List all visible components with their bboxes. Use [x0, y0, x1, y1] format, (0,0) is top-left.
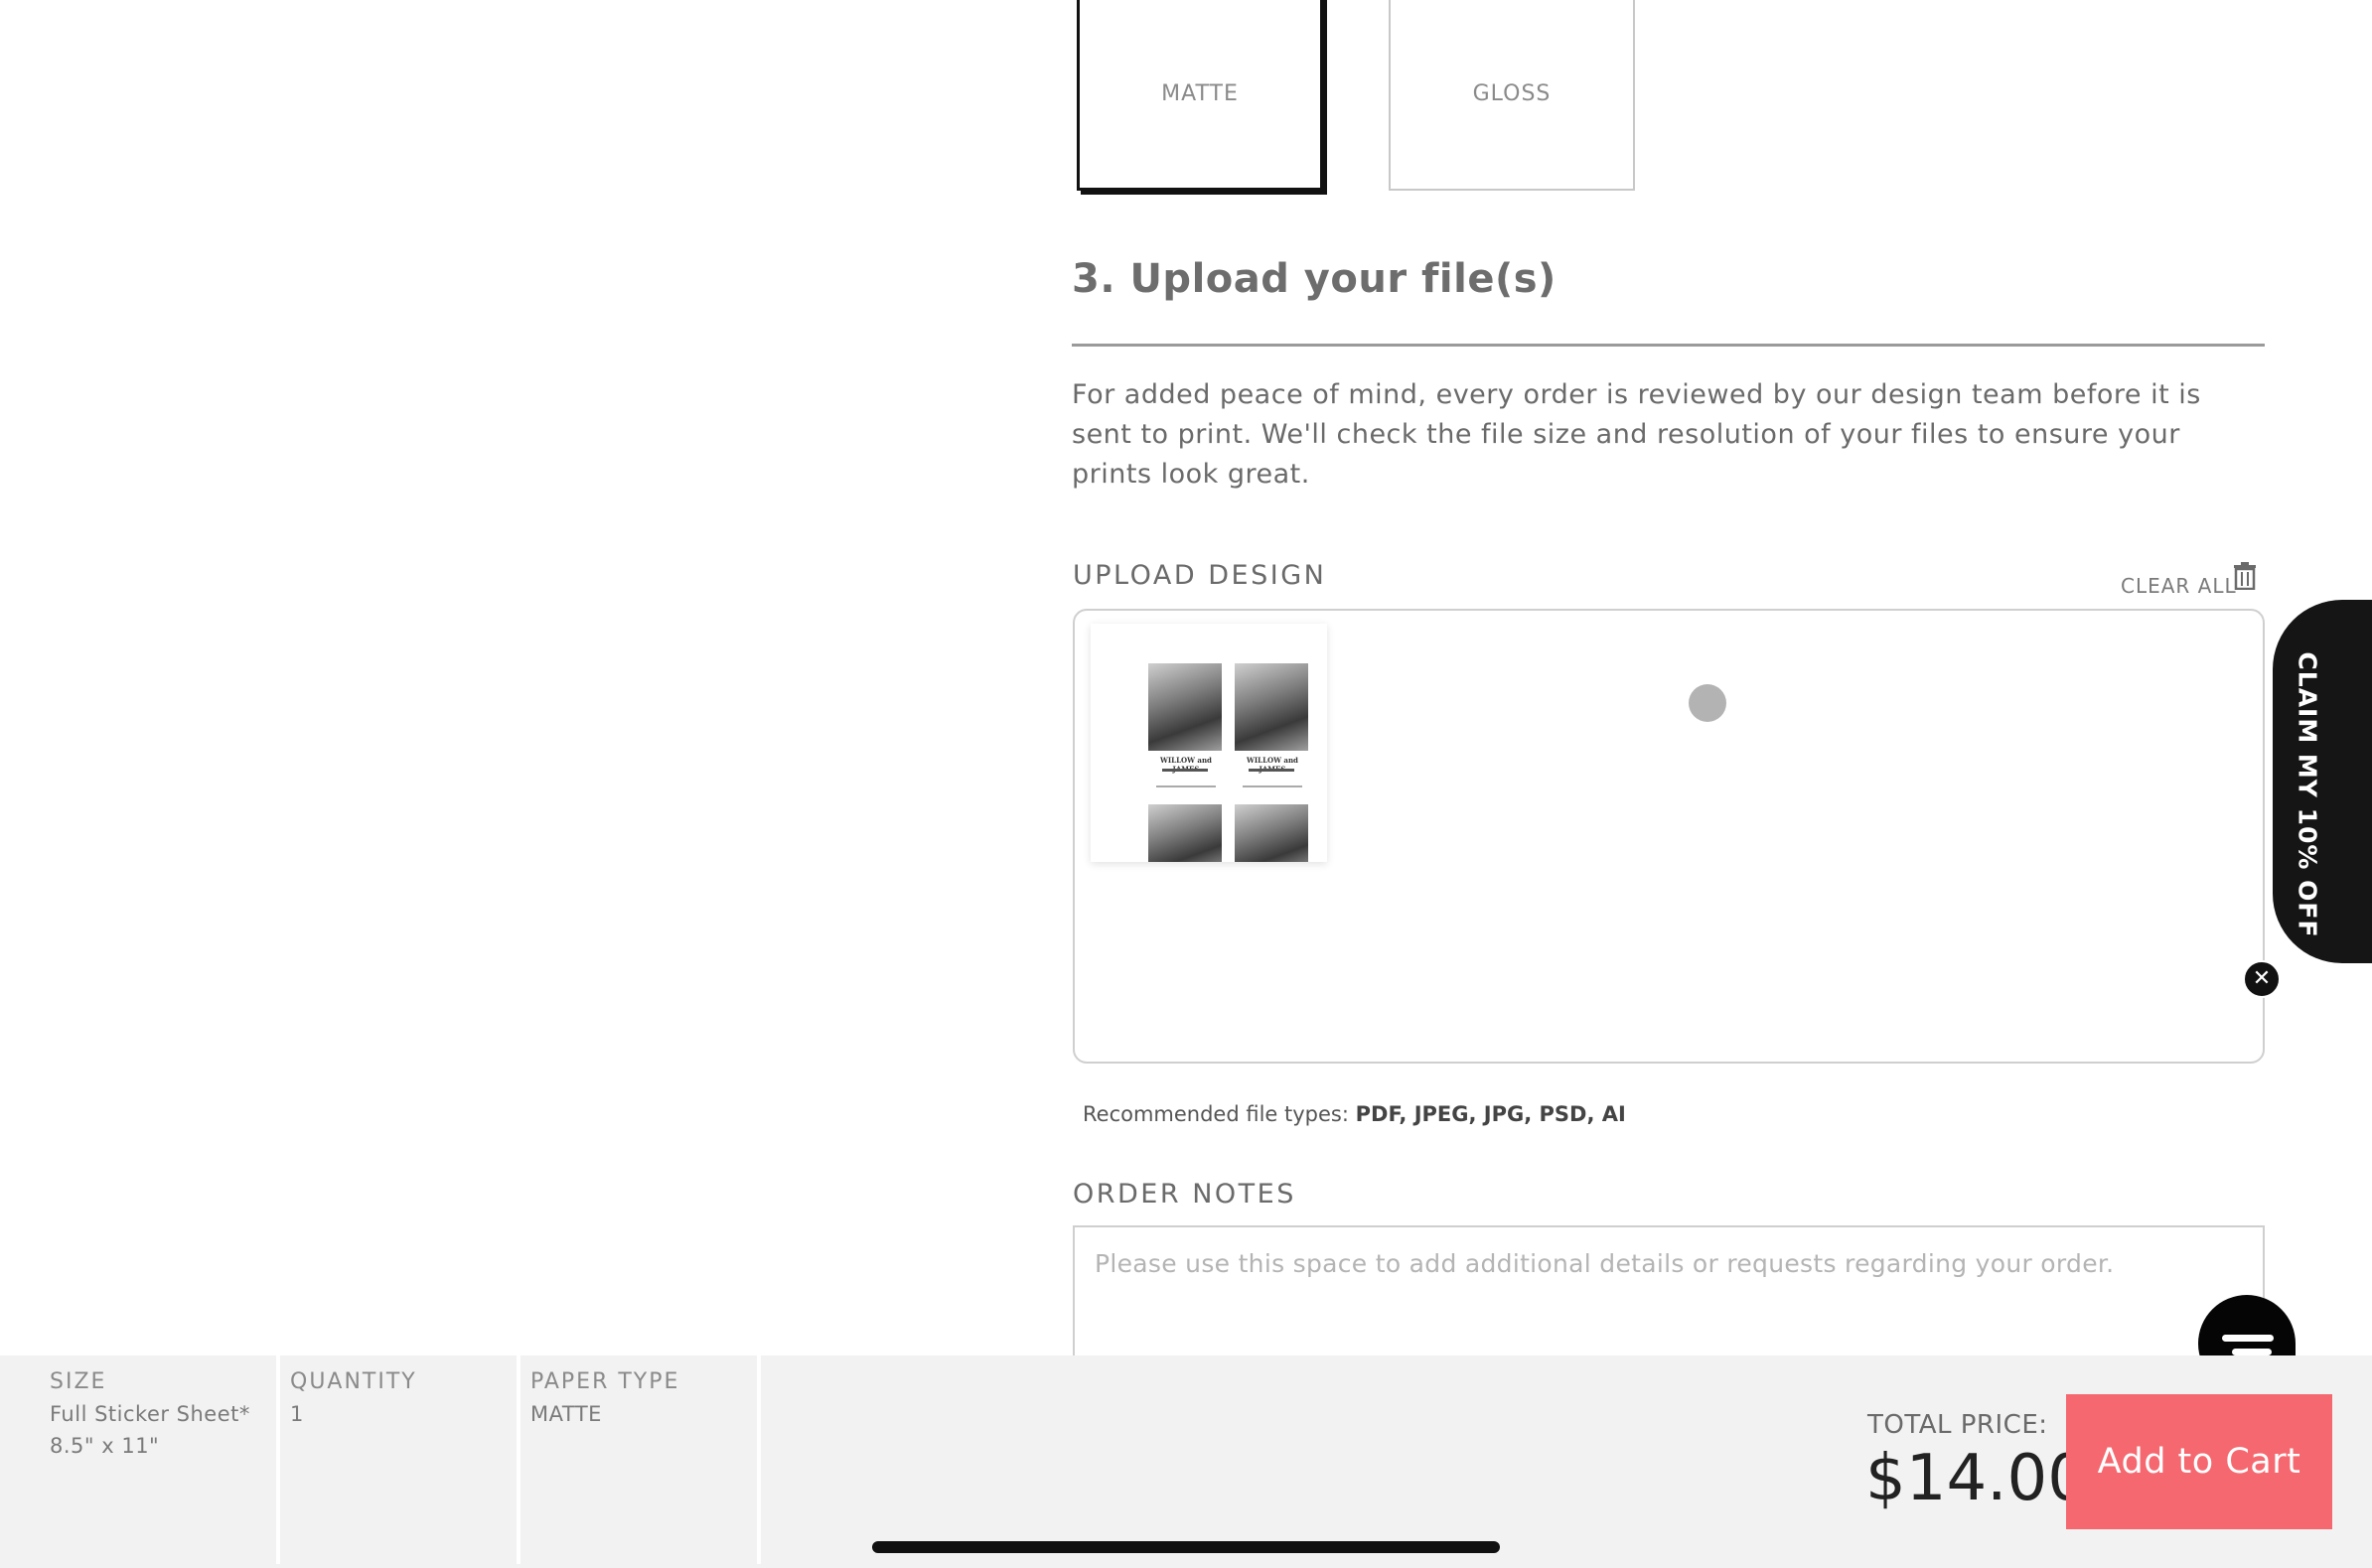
- summary-quantity-label: QUANTITY: [290, 1369, 417, 1394]
- summary-size-label: SIZE: [50, 1369, 107, 1394]
- thumbnail-photo: [1148, 663, 1222, 751]
- clear-all-button[interactable]: CLEAR ALL: [2121, 574, 2237, 598]
- total-price-label: TOTAL PRICE:: [1867, 1410, 2048, 1440]
- uploaded-file-thumbnail[interactable]: WILLOW and JAMES WILLOW and JAMES: [1091, 624, 1327, 862]
- trash-icon[interactable]: [2233, 562, 2257, 590]
- loading-indicator: [1689, 684, 1726, 722]
- summary-size: SIZE Full Sticker Sheet* 8.5" x 11": [50, 1355, 250, 1568]
- section-divider: [1072, 344, 2265, 347]
- chat-icon: [2222, 1335, 2274, 1342]
- summary-paper: PAPER TYPE MATTE: [530, 1355, 679, 1568]
- upload-design-label: UPLOAD DESIGN: [1073, 560, 1327, 591]
- summary-quantity: QUANTITY 1: [290, 1355, 417, 1568]
- recommended-types: PDF, JPEG, JPG, PSD, AI: [1355, 1102, 1626, 1126]
- thumbnail-detail-line: [1156, 785, 1216, 787]
- add-to-cart-button[interactable]: Add to Cart: [2066, 1394, 2332, 1529]
- total-price-value: $14.00: [1865, 1442, 2088, 1515]
- summary-quantity-value: 1: [290, 1402, 304, 1426]
- recommended-file-types: Recommended file types: PDF, JPEG, JPG, …: [1083, 1102, 1626, 1126]
- promo-tab-label: CLAIM MY 10% OFF: [2293, 651, 2322, 938]
- thumbnail-photo: [1148, 804, 1222, 862]
- thumbnail-detail-line: [1243, 785, 1302, 787]
- recommended-prefix: Recommended file types:: [1083, 1102, 1349, 1126]
- thumbnail-script-line: [1162, 769, 1208, 772]
- order-notes-label: ORDER NOTES: [1073, 1179, 1296, 1210]
- order-notes-field[interactable]: [1073, 1225, 2265, 1364]
- finish-option-matte[interactable]: MATTE: [1077, 0, 1323, 191]
- summary-divider: [517, 1355, 520, 1564]
- summary-paper-value: MATTE: [530, 1402, 602, 1426]
- summary-paper-label: PAPER TYPE: [530, 1369, 680, 1394]
- finish-option-gloss[interactable]: GLOSS: [1389, 0, 1635, 191]
- summary-divider: [757, 1355, 761, 1564]
- finish-option-matte-label: MATTE: [1161, 80, 1239, 106]
- summary-size-dimensions: 8.5" x 11": [50, 1434, 160, 1458]
- order-notes-placeholder: Please use this space to add additional …: [1095, 1249, 2115, 1278]
- thumbnail-script-line: [1249, 769, 1294, 772]
- close-icon[interactable]: ✕: [2243, 960, 2281, 998]
- summary-divider: [276, 1355, 280, 1564]
- section-title: 3. Upload your file(s): [1072, 256, 1557, 302]
- thumbnail-photo: [1235, 804, 1308, 862]
- thumbnail-photo: [1235, 663, 1308, 751]
- chat-icon: [2232, 1349, 2272, 1355]
- summary-size-value: Full Sticker Sheet*: [50, 1402, 250, 1426]
- finish-option-gloss-label: GLOSS: [1472, 80, 1552, 106]
- home-indicator: [872, 1541, 1500, 1553]
- promo-tab[interactable]: [2273, 600, 2372, 963]
- upload-description: For added peace of mind, every order is …: [1072, 379, 2201, 490]
